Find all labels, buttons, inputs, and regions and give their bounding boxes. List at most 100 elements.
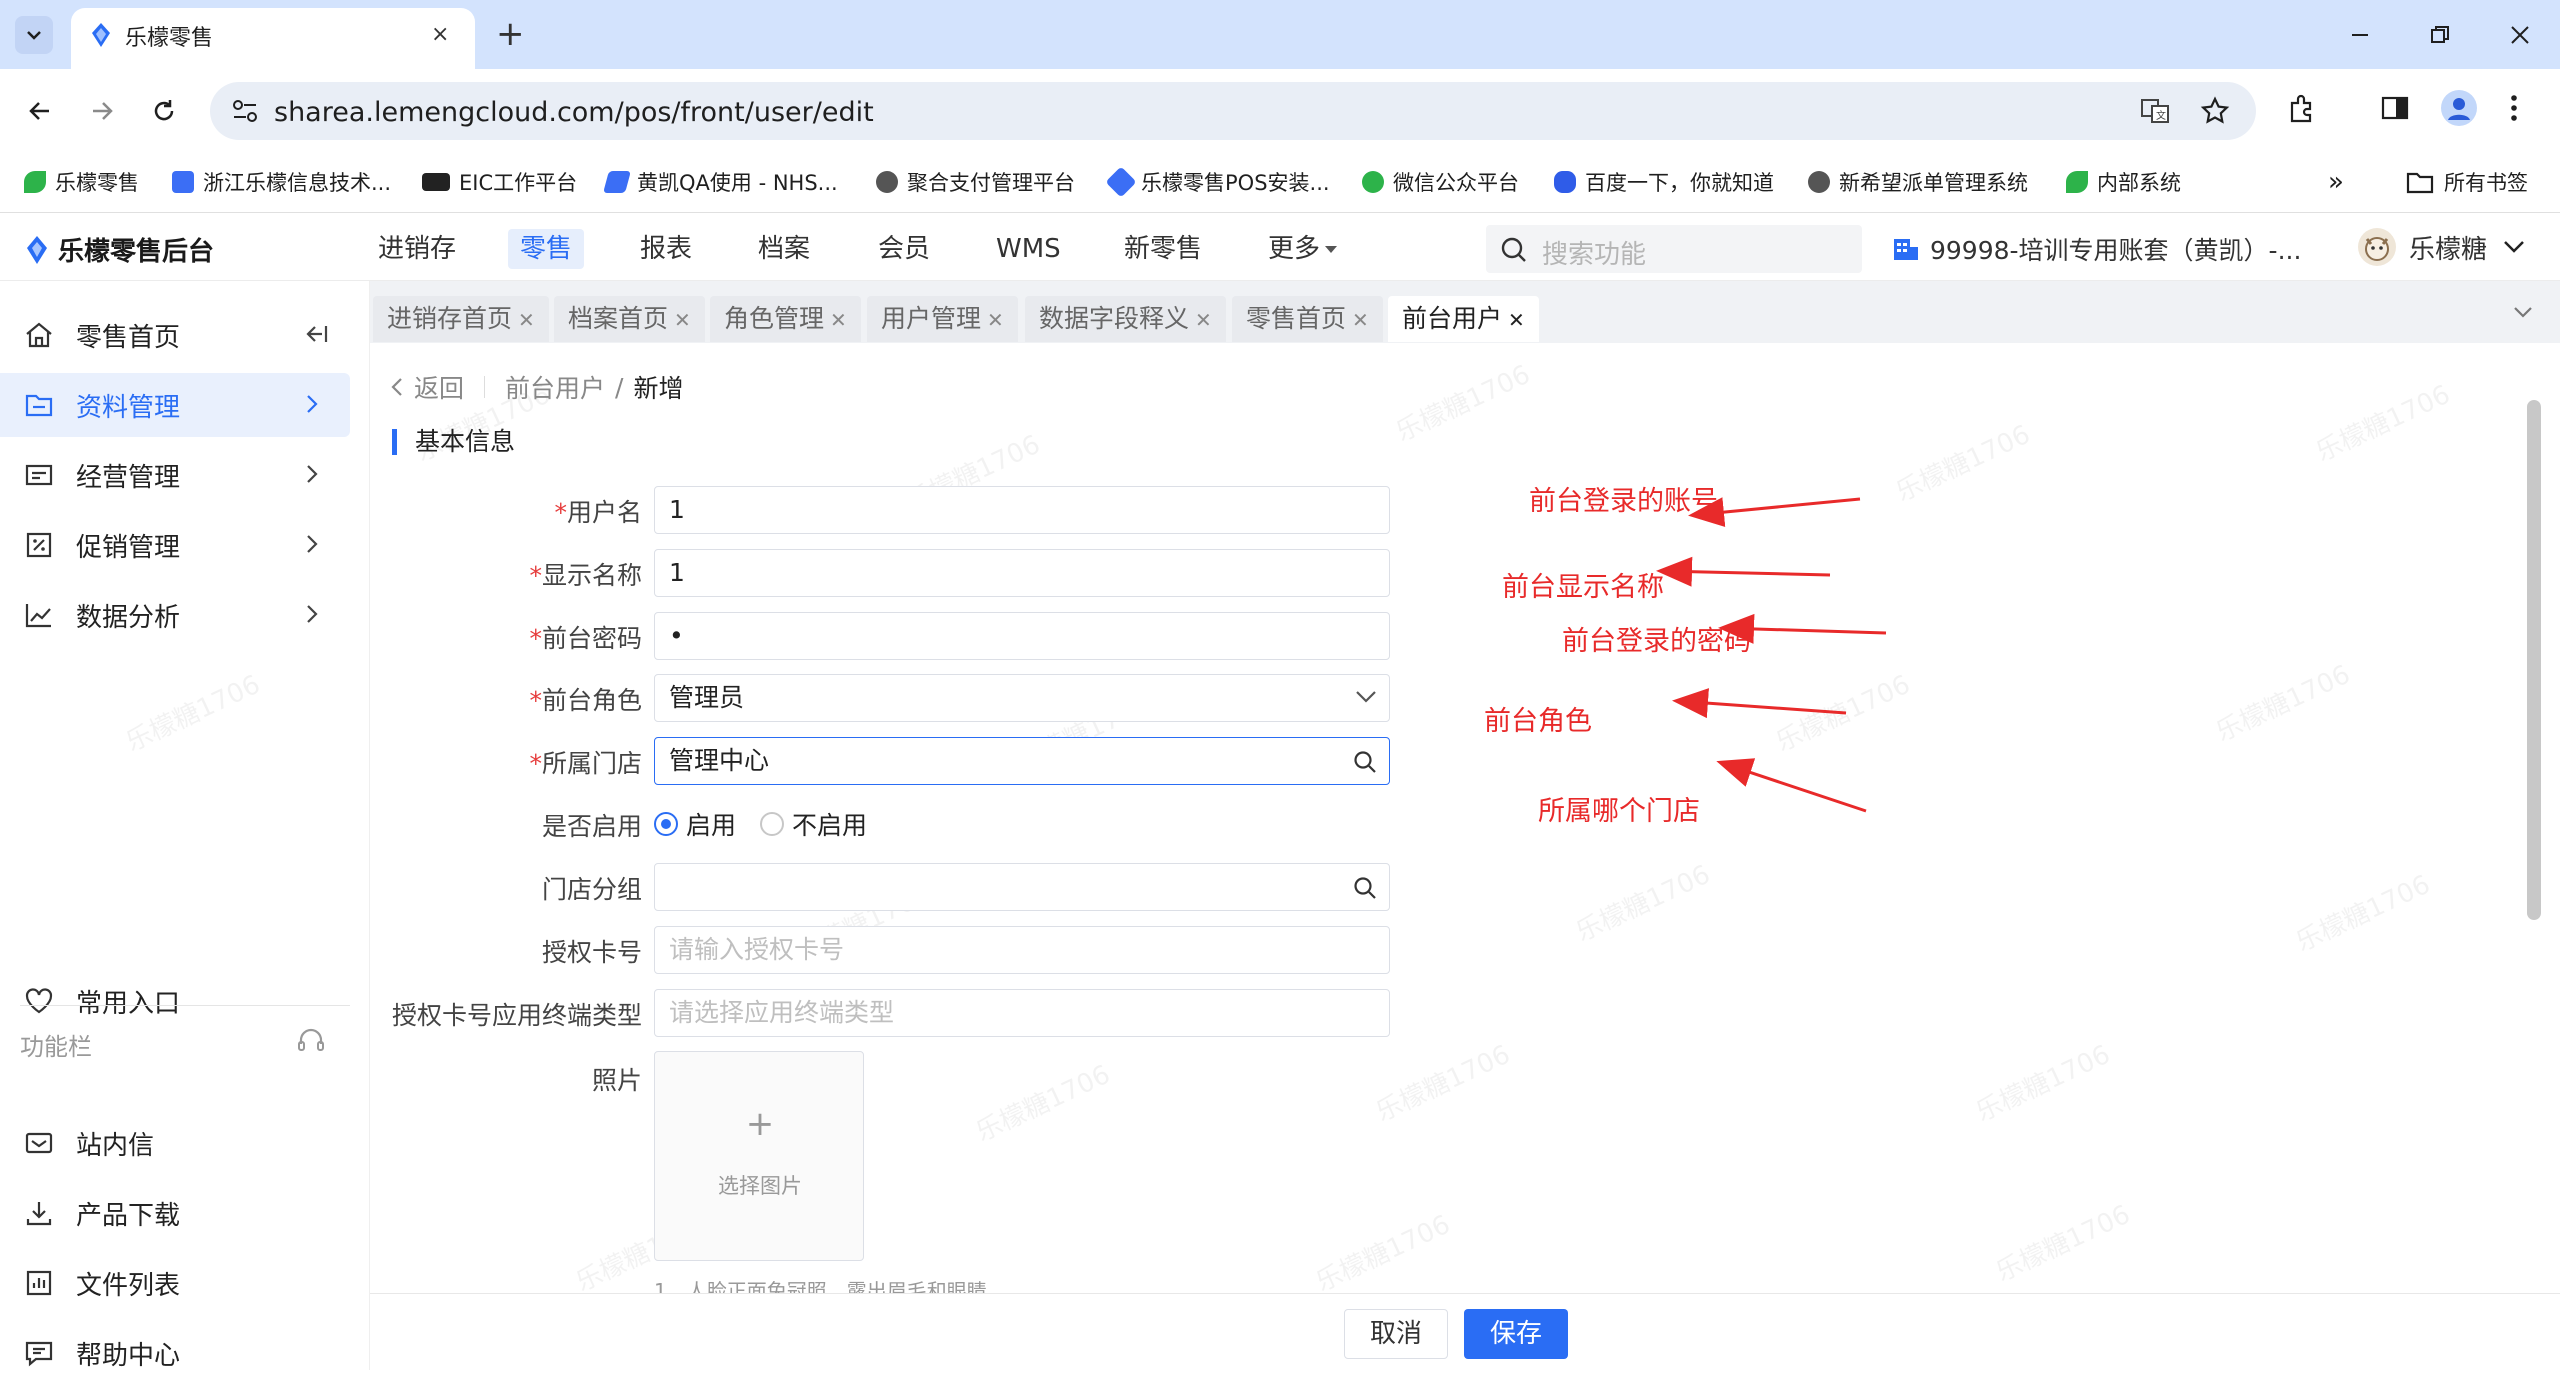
topnav-new-retail[interactable]: 新零售	[1112, 229, 1214, 269]
tab-close-icon[interactable]: ✕	[1352, 308, 1369, 332]
sidebar-item-file-list[interactable]: 文件列表	[0, 1251, 350, 1315]
search-icon	[1500, 236, 1528, 264]
sidebar-item-promotion[interactable]: 促销管理	[0, 513, 350, 577]
topnav-jinxiaocun[interactable]: 进销存	[366, 229, 468, 269]
app-header: 乐檬零售后台 进销存 零售 报表 档案 会员 WMS 新零售 更多 搜索功能 9…	[0, 213, 2560, 281]
tab-close-icon[interactable]: ✕	[830, 308, 847, 332]
radio-enabled[interactable]: 启用	[654, 806, 736, 842]
account-switcher[interactable]: 99998-培训专用账套（黄凯）-...	[1892, 231, 2301, 267]
new-tab-button[interactable]: +	[496, 17, 525, 51]
chevron-down-icon	[27, 31, 41, 40]
chevron-right-icon	[304, 532, 320, 556]
topnav-more[interactable]: 更多	[1256, 229, 1350, 269]
all-bookmarks-button[interactable]: 所有书签	[2406, 166, 2528, 198]
bookmark-item[interactable]: 微信公众平台	[1362, 166, 1519, 198]
restore-button[interactable]	[2420, 16, 2460, 54]
tab-archive-home[interactable]: 档案首页 ✕	[554, 296, 705, 342]
tab-jinxiaocun-home[interactable]: 进销存首页 ✕	[373, 296, 549, 342]
bookmark-label: 黄凯QA使用 - NHS...	[637, 171, 838, 195]
tab-field-definitions[interactable]: 数据字段释义 ✕	[1025, 296, 1226, 342]
watermark: 乐檬糖1706	[1311, 1209, 1455, 1298]
bookmark-item[interactable]: 浙江乐檬信息技术...	[172, 166, 391, 198]
close-window-button[interactable]	[2500, 16, 2540, 54]
sidebar-item-label: 数据分析	[76, 602, 181, 633]
tab-role-management[interactable]: 角色管理 ✕	[710, 296, 861, 342]
content-scrollbar[interactable]	[2527, 400, 2541, 920]
arrow-store	[1716, 758, 1867, 813]
bookmark-favicon-icon	[24, 171, 46, 193]
photo-upload-button[interactable]: + 选择图片	[654, 1051, 864, 1261]
sidebar-item-downloads[interactable]: 产品下载	[0, 1181, 350, 1245]
bookmark-label: EIC工作平台	[459, 171, 578, 195]
forward-button[interactable]	[82, 91, 122, 131]
sidebar-item-messages[interactable]: 站内信	[0, 1111, 350, 1175]
bookmark-item[interactable]: 乐檬零售POS安装...	[1105, 166, 1330, 198]
bookmark-item[interactable]: 百度一下，你就知道	[1554, 166, 1774, 198]
svg-text:文: 文	[2156, 109, 2166, 122]
sidebar-item-help[interactable]: 帮助中心	[0, 1321, 350, 1385]
topnav-reports[interactable]: 报表	[628, 229, 704, 269]
bookmark-item[interactable]: 聚合支付管理平台	[876, 166, 1075, 198]
save-button[interactable]: 保存	[1464, 1309, 1568, 1359]
bookmark-favicon-icon	[422, 173, 450, 191]
tab-close-icon[interactable]: ✕	[1508, 308, 1525, 332]
app-logo[interactable]: 乐檬零售后台	[24, 231, 214, 268]
help-icon	[24, 1339, 54, 1367]
topnav-member[interactable]: 会员	[866, 229, 942, 269]
bookmark-item[interactable]: 乐檬零售	[24, 166, 139, 198]
extensions-icon[interactable]	[2286, 93, 2318, 125]
annotation-display-name: 前台显示名称	[1502, 572, 1664, 603]
translate-icon[interactable]: 文	[2140, 96, 2170, 126]
more-bookmarks-button[interactable]: »	[2328, 166, 2344, 198]
topnav-retail[interactable]: 零售	[508, 229, 585, 269]
address-bar[interactable]: sharea.lemengcloud.com/pos/front/user/ed…	[210, 82, 2256, 140]
user-menu[interactable]: 乐檬糖	[2357, 227, 2525, 267]
bookmark-item[interactable]: 新希望派单管理系统	[1808, 166, 2028, 198]
back-button[interactable]	[20, 91, 60, 131]
cancel-button[interactable]: 取消	[1344, 1309, 1448, 1359]
tab-close-icon[interactable]: ✕	[1195, 308, 1212, 332]
bookmark-item[interactable]: EIC工作平台	[422, 166, 577, 198]
breadcrumb-parent[interactable]: 前台用户	[505, 369, 605, 405]
tab-search-button[interactable]	[15, 16, 53, 54]
collapse-sidebar-icon[interactable]	[304, 322, 330, 346]
bookmark-star-icon[interactable]	[2200, 96, 2230, 126]
tab-front-user[interactable]: 前台用户 ✕	[1388, 296, 1539, 342]
side-panel-icon[interactable]	[2380, 93, 2410, 123]
chevron-right-icon	[304, 462, 320, 486]
bookmark-item[interactable]: 黄凯QA使用 - NHS...	[603, 166, 838, 198]
role-label: *前台角色	[529, 686, 642, 715]
chevron-left-icon[interactable]	[390, 377, 404, 397]
reload-button[interactable]	[144, 91, 184, 131]
url-text[interactable]: sharea.lemengcloud.com/pos/front/user/ed…	[274, 97, 874, 128]
sidebar-item-data-analysis[interactable]: 数据分析	[0, 583, 350, 647]
tab-close-icon[interactable]: ✕	[987, 308, 1004, 332]
profile-avatar-icon[interactable]	[2440, 89, 2478, 127]
topnav-wms[interactable]: WMS	[984, 229, 1073, 269]
tab-close-button[interactable]: ×	[431, 22, 449, 47]
browser-tab-active[interactable]: 乐檬零售 ×	[71, 8, 475, 70]
chevron-right-icon	[304, 602, 320, 626]
sidebar-item-operations[interactable]: 经营管理	[0, 443, 350, 507]
topnav-archive[interactable]: 档案	[746, 229, 822, 269]
tab-retail-home[interactable]: 零售首页 ✕	[1232, 296, 1383, 342]
tab-close-icon[interactable]: ✕	[674, 308, 691, 332]
watermark: 乐檬糖1706	[2291, 869, 2435, 958]
tab-user-management[interactable]: 用户管理 ✕	[867, 296, 1018, 342]
minimize-button[interactable]	[2340, 16, 2380, 54]
sidebar-item-data-management[interactable]: 资料管理	[0, 373, 350, 437]
enabled-label: 是否启用	[541, 812, 642, 841]
lemeng-logo-icon	[24, 235, 50, 265]
chevron-down-icon[interactable]	[2512, 301, 2534, 323]
function-search-input[interactable]: 搜索功能	[1486, 225, 1862, 273]
main-content: 乐檬糖1706 乐檬糖1706 乐檬糖1706 乐檬糖1706 乐檬糖1706 …	[121, 343, 2530, 1303]
tab-label: 档案首页	[568, 304, 669, 333]
sidebar-item-retail-home[interactable]: 零售首页	[0, 303, 350, 367]
tab-close-icon[interactable]: ✕	[518, 308, 535, 332]
browser-menu-icon[interactable]	[2508, 93, 2520, 123]
back-link[interactable]: 返回	[414, 369, 464, 405]
bookmark-item[interactable]: 内部系统	[2066, 166, 2181, 198]
site-info-icon[interactable]	[232, 99, 258, 123]
bookmarks-bar: 乐檬零售 浙江乐檬信息技术... EIC工作平台 黄凯QA使用 - NHS...…	[0, 153, 2560, 213]
radio-disabled[interactable]: 不启用	[760, 806, 867, 842]
